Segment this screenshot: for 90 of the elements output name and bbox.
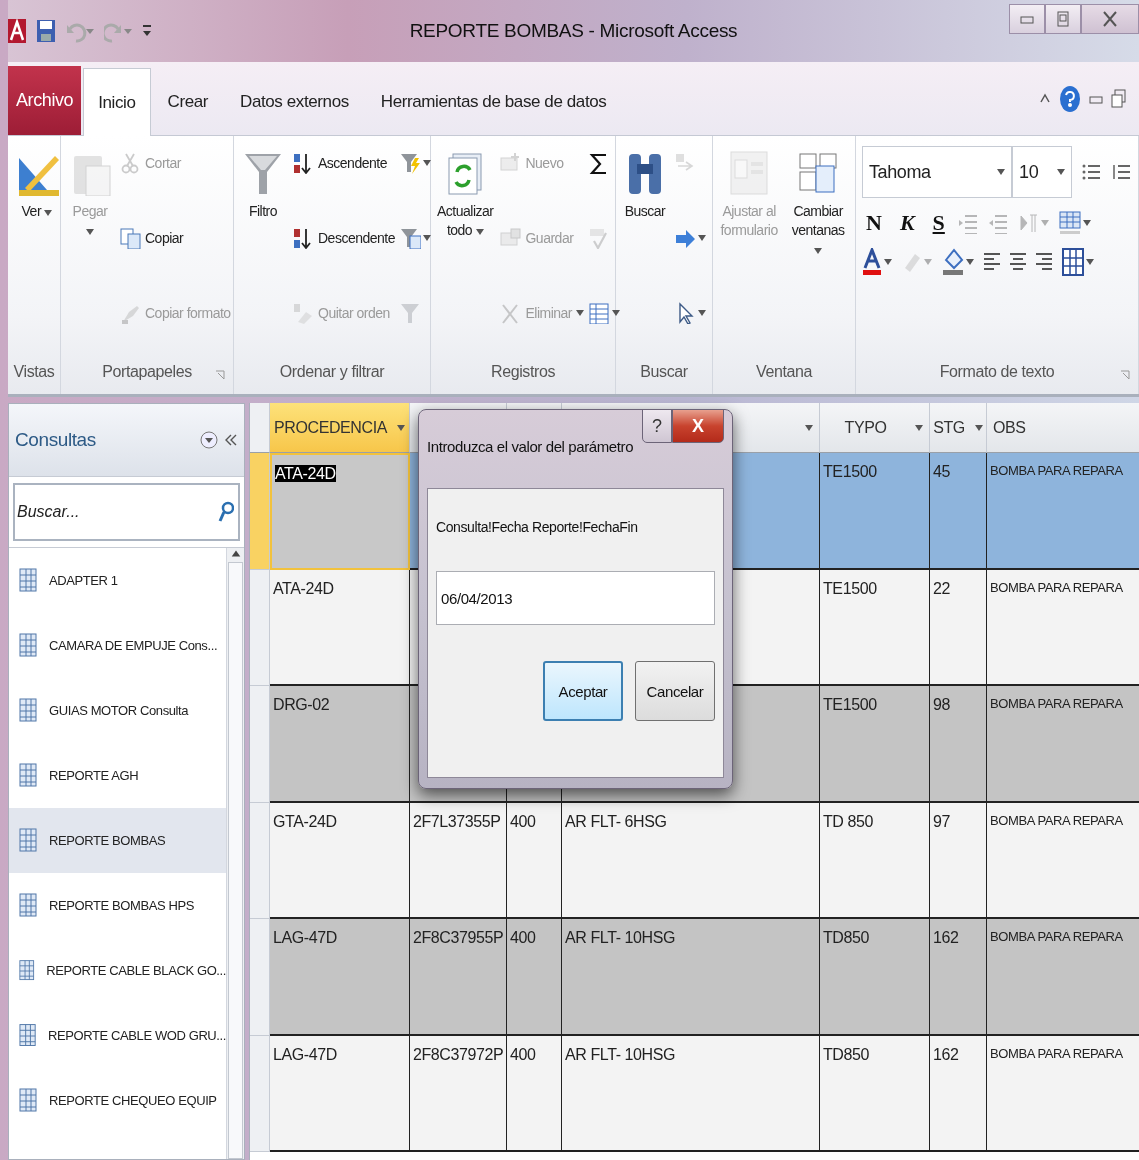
table-cell: ATA-24D [270, 453, 410, 570]
table-cell: BOMBA PARA REPARA [987, 802, 1139, 919]
table-cell: BOMBA PARA REPARA [987, 569, 1139, 686]
column-header[interactable]: TYPO [820, 403, 930, 453]
query-name: REPORTE AGH [49, 768, 139, 783]
text-style-button[interactable]: S [928, 210, 949, 236]
text-style-button[interactable]: K [895, 210, 919, 236]
group-label: Ventana [756, 362, 812, 382]
text-style-button[interactable]: N [862, 210, 886, 236]
query-item[interactable]: REPORTE AGH [9, 743, 226, 808]
group-label: Buscar [640, 362, 688, 382]
table-cell: BOMBA PARA REPARA [987, 686, 1139, 803]
group-label: Vistas [13, 362, 55, 382]
column-header[interactable]: STG [930, 403, 987, 453]
table-cell: 97 [930, 802, 987, 919]
table-cell: BOMBA PARA REPARA [987, 1035, 1139, 1152]
ribbon-tab[interactable]: Crear [152, 68, 224, 135]
query-name: GUIAS MOTOR Consulta [49, 703, 189, 718]
ribbon-button[interactable]: Ascendente [292, 152, 395, 174]
table-cell: 400 [507, 919, 562, 1036]
table-cell: TE1500 [820, 569, 930, 686]
table-cell: AR FLT- 10HSG [562, 919, 820, 1036]
dialog-button[interactable]: Cancelar [635, 661, 715, 721]
window-title: REPORTE BOMBAS - Microsoft Access [409, 20, 738, 42]
query-name: REPORTE BOMBAS HPS [49, 898, 194, 913]
query-name: ADAPTER 1 [49, 573, 118, 588]
group-label: Ordenar y filtrar [279, 362, 385, 382]
dialog-title: Introduzca el valor del parámetro [427, 438, 635, 455]
table-cell: 98 [930, 686, 987, 803]
font-size-dropdown[interactable]: 10 [1012, 146, 1072, 198]
search-field[interactable]: Buscar... [13, 483, 240, 541]
query-name: REPORTE BOMBAS [49, 833, 166, 848]
file-tab[interactable]: Archivo [8, 66, 82, 135]
pane-title: Consultas [15, 429, 97, 451]
table-cell: 45 [930, 453, 987, 570]
table-cell: 2F7L37355P [410, 802, 507, 919]
table-cell: 162 [930, 1035, 987, 1152]
query-item[interactable]: REPORTE CHEQUEO EQUIP [9, 1068, 226, 1133]
table-cell: TE1500 [820, 686, 930, 803]
query-name: REPORTE CABLE BLACK GO... [46, 963, 226, 978]
ribbon-button[interactable]: Cambiar ventanas [785, 142, 851, 350]
group-label: Formato de texto [939, 362, 1055, 382]
ribbon-button[interactable]: Filtro [238, 142, 288, 350]
table-cell: TD850 [820, 1035, 930, 1152]
help-button[interactable]: ? [642, 409, 672, 443]
table-cell: GTA-24D [270, 802, 410, 919]
table-cell: BOMBA PARA REPARA [987, 919, 1139, 1036]
ribbon-tab[interactable]: Inicio [83, 68, 151, 136]
ribbon-button[interactable]: Descendente [292, 227, 395, 249]
ribbon-tab[interactable]: Datos externos [225, 68, 364, 135]
table-cell: 2F8C37972P [410, 1035, 507, 1152]
ribbon-button[interactable]: Ver [12, 142, 62, 350]
query-name: CAMARA DE EMPUJE Cons... [49, 638, 218, 653]
table-cell: 2F8C37955P [410, 919, 507, 1036]
table-cell: 22 [930, 569, 987, 686]
table-cell: TD 850 [820, 802, 930, 919]
parameter-prompt: Consulta!Fecha Reporte!FechaFin [436, 519, 639, 535]
query-name: REPORTE CABLE WOD GRU... [48, 1028, 226, 1043]
close-button[interactable]: X [672, 409, 724, 443]
table-cell: TD850 [820, 919, 930, 1036]
query-item[interactable]: REPORTE CABLE BLACK GO... [9, 938, 226, 1003]
table-cell: 400 [507, 1035, 562, 1152]
table-cell: LAG-47D [270, 1035, 410, 1152]
query-item[interactable]: ADAPTER 1 [9, 548, 226, 613]
table-cell: DRG-02 [270, 686, 410, 803]
column-header[interactable]: PROCEDENCIA [270, 403, 410, 453]
parameter-input[interactable]: 06/04/2013 [436, 571, 715, 625]
font-dropdown[interactable]: Tahoma [862, 146, 1012, 198]
ribbon-tab[interactable]: Herramientas de base de datos [365, 68, 622, 135]
ribbon-button[interactable]: Actualizar todo [435, 142, 496, 350]
table-cell: AR FLT- 6HSG [562, 802, 820, 919]
group-label: Portapapeles [102, 362, 192, 382]
query-item[interactable]: GUIAS MOTOR Consulta [9, 678, 226, 743]
ribbon-button[interactable]: Copiar [119, 227, 231, 249]
column-header[interactable]: OBS [987, 403, 1139, 453]
table-cell: 162 [930, 919, 987, 1036]
table-cell: LAG-47D [270, 919, 410, 1036]
query-item[interactable]: REPORTE CABLE WOD GRU... [9, 1003, 226, 1068]
table-cell: AR FLT- 10HSG [562, 1035, 820, 1152]
dialog-button[interactable]: Aceptar [543, 661, 623, 721]
ribbon-button[interactable]: Buscar [620, 142, 670, 350]
table-cell: BOMBA PARA REPARA [987, 453, 1139, 570]
query-item[interactable]: REPORTE BOMBAS HPS [9, 873, 226, 938]
group-label: Registros [491, 362, 555, 382]
query-item[interactable]: CAMARA DE EMPUJE Cons... [9, 613, 226, 678]
table-cell: ATA-24D [270, 569, 410, 686]
query-item[interactable]: REPORTE BOMBAS [9, 808, 226, 873]
table-cell: TE1500 [820, 453, 930, 570]
query-name: REPORTE CHEQUEO EQUIP [49, 1093, 217, 1108]
table-cell: 400 [507, 802, 562, 919]
